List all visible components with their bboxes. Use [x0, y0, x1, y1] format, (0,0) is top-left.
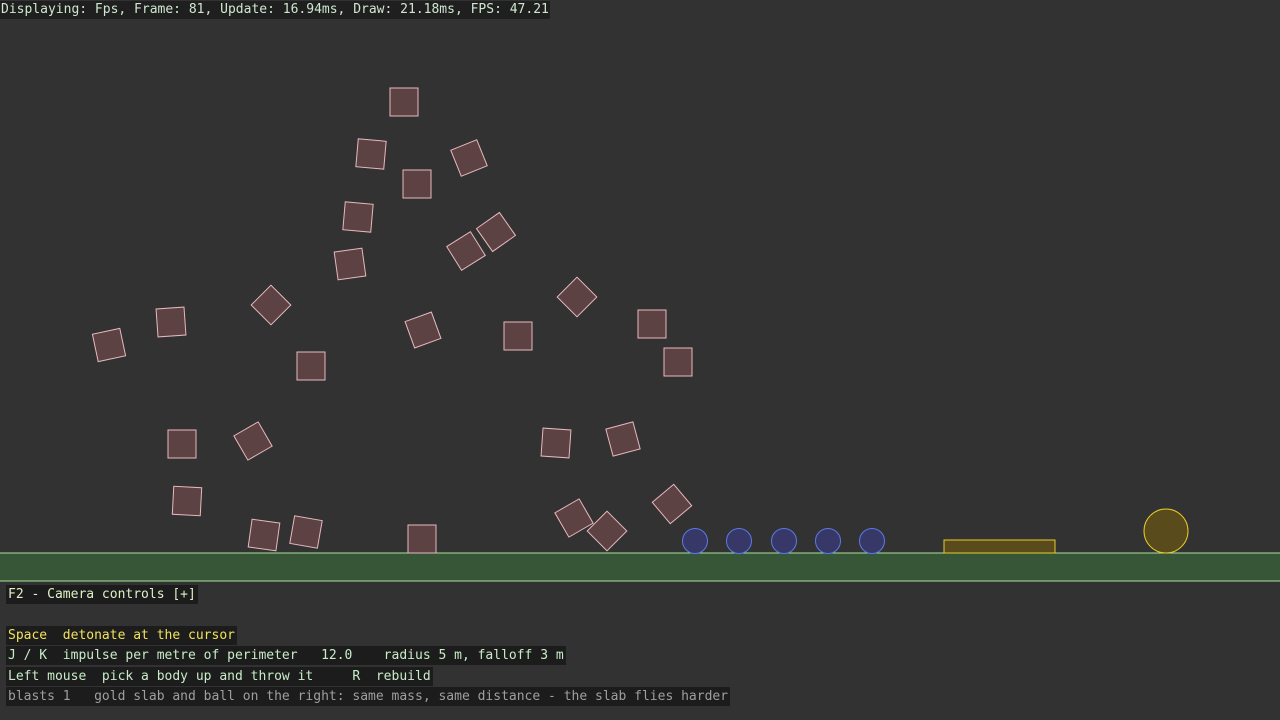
blue-ball[interactable]: [859, 528, 885, 554]
camera-controls-toggle[interactable]: F2 - Camera controls [+]: [6, 585, 198, 604]
blue-ball[interactable]: [771, 528, 797, 554]
crate-box[interactable]: [389, 87, 419, 117]
ground: [0, 553, 1280, 581]
crate-box[interactable]: [663, 347, 693, 377]
crate-box[interactable]: [91, 327, 127, 363]
mouse-key-hint: Left mouse pick a body up and throw it R…: [6, 667, 433, 686]
blue-ball[interactable]: [726, 528, 752, 554]
crate-box[interactable]: [540, 427, 572, 459]
crate-box[interactable]: [342, 201, 374, 233]
crate-box[interactable]: [250, 284, 292, 326]
crate-box[interactable]: [167, 429, 197, 459]
crate-box[interactable]: [171, 485, 203, 517]
crate-box[interactable]: [586, 510, 628, 552]
crate-box[interactable]: [296, 351, 326, 381]
crate-box[interactable]: [402, 169, 432, 199]
crate-box[interactable]: [637, 309, 667, 339]
debug-status-line: Displaying: Fps, Frame: 81, Update: 16.9…: [0, 1, 550, 19]
blasts-note: blasts 1 gold slab and ball on the right…: [6, 687, 731, 706]
blue-ball[interactable]: [682, 528, 708, 554]
crate-box[interactable]: [233, 421, 273, 461]
physics-world-canvas[interactable]: [0, 0, 1280, 720]
crate-box[interactable]: [556, 276, 598, 318]
crate-box[interactable]: [289, 515, 323, 549]
crate-box[interactable]: [155, 306, 187, 338]
crate-box[interactable]: [475, 211, 517, 253]
space-key-hint: Space detonate at the cursor: [6, 626, 237, 645]
impulse-key-hint: J / K impulse per metre of perimeter 12.…: [6, 646, 566, 665]
gold-ball[interactable]: [1143, 508, 1189, 554]
crate-box[interactable]: [446, 231, 486, 271]
crate-box[interactable]: [355, 138, 387, 170]
crate-box[interactable]: [247, 518, 281, 552]
crate-box[interactable]: [450, 139, 488, 177]
crate-box[interactable]: [651, 483, 693, 525]
crate-box[interactable]: [407, 524, 437, 554]
crate-box[interactable]: [503, 321, 533, 351]
crate-box[interactable]: [333, 247, 367, 281]
gold-slab[interactable]: [943, 539, 1056, 554]
blue-ball[interactable]: [815, 528, 841, 554]
crate-box[interactable]: [404, 311, 442, 349]
crate-box[interactable]: [605, 421, 641, 457]
